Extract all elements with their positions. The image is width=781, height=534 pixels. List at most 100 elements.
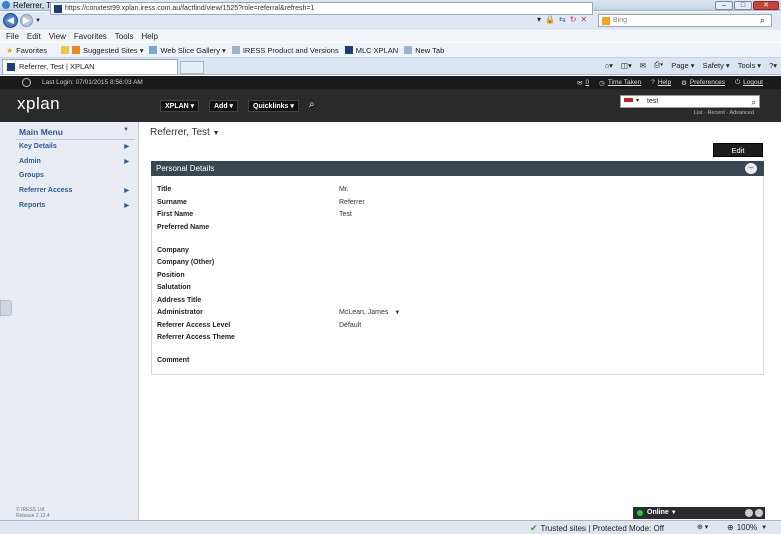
browser-tab[interactable]: Referrer, Test | XPLAN	[2, 59, 178, 74]
close-window-button[interactable]: ✕	[753, 1, 779, 10]
home-icon[interactable]: ⌂▾	[605, 61, 613, 70]
gear-icon: ⚙	[681, 80, 687, 87]
nav-xplan-dropdown[interactable]: XPLAN ▾	[160, 100, 200, 112]
menu-favorites[interactable]: Favorites	[74, 32, 107, 41]
new-tab-button[interactable]	[180, 61, 204, 74]
collapse-icon[interactable]: –	[745, 163, 757, 174]
page-menu[interactable]: Page ▾	[671, 61, 694, 70]
power-icon[interactable]	[22, 78, 31, 87]
fav-new-tab[interactable]: New Tab	[404, 46, 444, 55]
field-value: Referrer	[339, 199, 365, 206]
mail-icon[interactable]: ✉	[640, 61, 646, 70]
suggested-sites-icon	[72, 46, 81, 54]
field-label: Salutation	[157, 284, 191, 291]
client-search-input[interactable]: ▾ test ⌕	[620, 95, 760, 108]
field-value: Mr.	[339, 186, 349, 193]
menu-help[interactable]: Help	[141, 32, 157, 41]
personal-details-panel	[151, 161, 764, 375]
messages-icon[interactable]: ✉	[577, 79, 582, 87]
sidebar-item-label: Key Details	[19, 143, 57, 150]
nav-search-icon[interactable]: ⌕	[309, 99, 315, 110]
search-type-icon[interactable]	[624, 98, 633, 106]
nav-add-dropdown[interactable]: Add ▾	[209, 100, 239, 112]
menu-file[interactable]: File	[6, 32, 19, 41]
field-label: Company	[157, 247, 189, 254]
preferences-link[interactable]: Preferences	[690, 79, 725, 87]
maximize-button[interactable]: □	[734, 1, 752, 10]
timer-icon: ◷	[599, 80, 605, 87]
chevron-down-icon[interactable]: ▾	[636, 96, 639, 107]
add-favorite-icon	[61, 46, 70, 54]
favorites-button[interactable]: ★ Favorites	[6, 46, 47, 56]
protected-mode-icon[interactable]: ⊕ ▾	[697, 523, 708, 531]
menu-view[interactable]: View	[49, 32, 66, 41]
sidebar-item-label: Referrer Access	[19, 187, 73, 194]
lock-icon[interactable]: 🔒	[545, 15, 555, 24]
nav-xplan-label: XPLAN	[165, 103, 189, 110]
forward-button[interactable]: ▶	[20, 14, 33, 27]
minimize-button[interactable]: –	[715, 1, 733, 10]
sidebar-item-reports[interactable]: Reports ▶	[19, 202, 135, 209]
history-dropdown-icon[interactable]: ▼	[35, 18, 41, 24]
page-icon	[231, 46, 240, 54]
command-bar: ⌂▾ ◫▾ ✉ ⎙▾ Page ▾ Safety ▾ Tools ▾ ?▾	[597, 60, 777, 70]
chevron-right-icon: ▶	[124, 188, 129, 194]
security-zone[interactable]: ✔ Trusted sites | Protected Mode: Off	[530, 523, 664, 534]
back-button[interactable]: ◀	[3, 13, 18, 28]
nav-add-label: Add	[214, 103, 228, 110]
tools-menu[interactable]: Tools ▾	[738, 61, 761, 70]
search-icon[interactable]: ⌕	[752, 97, 756, 108]
field-label: Title	[157, 186, 172, 193]
menu-edit[interactable]: Edit	[27, 32, 41, 41]
sidebar-item-admin[interactable]: Admin ▶	[19, 158, 135, 165]
page-title[interactable]: Referrer, Test ▼	[150, 127, 220, 138]
help-link[interactable]: Help	[658, 79, 671, 87]
sidebar-item-main-menu[interactable]: Main Menu ▼	[19, 127, 135, 137]
administrator-value[interactable]: McLean, James ▼	[339, 309, 400, 316]
feeds-icon[interactable]: ◫▾	[621, 61, 632, 70]
chat-icon[interactable]	[755, 509, 763, 517]
help-icon[interactable]: ?▾	[769, 61, 777, 70]
sidebar-item-key-details[interactable]: Key Details ▶	[19, 143, 135, 150]
chevron-right-icon: ▶	[124, 203, 129, 209]
edit-button[interactable]: Edit	[713, 143, 763, 157]
window-controls: – □ ✕	[714, 0, 779, 10]
release-version: Release 2.12.4	[16, 513, 50, 519]
logout-link[interactable]: Logout	[743, 79, 763, 87]
search-sublinks[interactable]: List · Recent · Advanced	[694, 110, 754, 116]
fav-suggested-sites[interactable]: Suggested Sites ▾	[61, 46, 143, 55]
search-go-icon[interactable]: ⌕	[760, 15, 765, 26]
chevron-right-icon: ▶	[124, 144, 129, 150]
fav-iress-products[interactable]: IRESS Product and Versions	[231, 46, 339, 55]
fav-mlc-xplan[interactable]: MLC XPLAN	[344, 45, 399, 55]
stop-icon[interactable]: ✕	[580, 15, 587, 24]
online-status-widget[interactable]: Online ▼	[633, 507, 765, 519]
menu-tools[interactable]: Tools	[115, 32, 134, 41]
sidebar: Main Menu ▼ Key Details ▶ Admin ▶ Groups Re…	[0, 122, 139, 520]
fav-web-slice-gallery[interactable]: Web Slice Gallery ▾	[149, 45, 226, 55]
address-input[interactable]: https://conxtest99.xplan.iress.com.au/fa…	[50, 2, 593, 15]
browser-search-input[interactable]: Bing	[598, 14, 772, 27]
mlc-label: MLC XPLAN	[355, 45, 399, 55]
last-login: Last Login: 07/01/2015 8:56:03 AM	[42, 79, 143, 86]
zoom-control[interactable]: ⊕ 100% ▼	[727, 523, 767, 532]
messages-count[interactable]: 0	[586, 79, 590, 87]
ie-logo-icon	[2, 1, 10, 9]
zoom-icon: ⊕	[727, 523, 734, 532]
refresh-icon[interactable]: ↻	[570, 15, 577, 24]
sidebar-item-groups[interactable]: Groups	[19, 172, 135, 179]
print-icon[interactable]: ⎙▾	[654, 60, 663, 70]
sidebar-item-referrer-access[interactable]: Referrer Access ▶	[19, 187, 135, 194]
field-label: Company (Other)	[157, 259, 215, 266]
sidebar-collapse-handle[interactable]	[0, 300, 12, 316]
minimize-icon[interactable]	[745, 509, 753, 517]
nav-quicklinks-dropdown[interactable]: Quicklinks ▾	[248, 100, 299, 112]
web-slice-label: Web Slice Gallery ▾	[160, 45, 226, 55]
time-taken-link[interactable]: Time Taken	[608, 79, 641, 87]
xplan-logo[interactable]: xplan	[17, 94, 60, 114]
dropdown-icon[interactable]: ▾	[537, 15, 541, 24]
safety-menu[interactable]: Safety ▾	[703, 61, 730, 70]
field-label: Comment	[157, 357, 190, 364]
compat-view-icon[interactable]: ⇆	[559, 15, 566, 24]
field-label: Referrer Access Level	[157, 322, 231, 329]
